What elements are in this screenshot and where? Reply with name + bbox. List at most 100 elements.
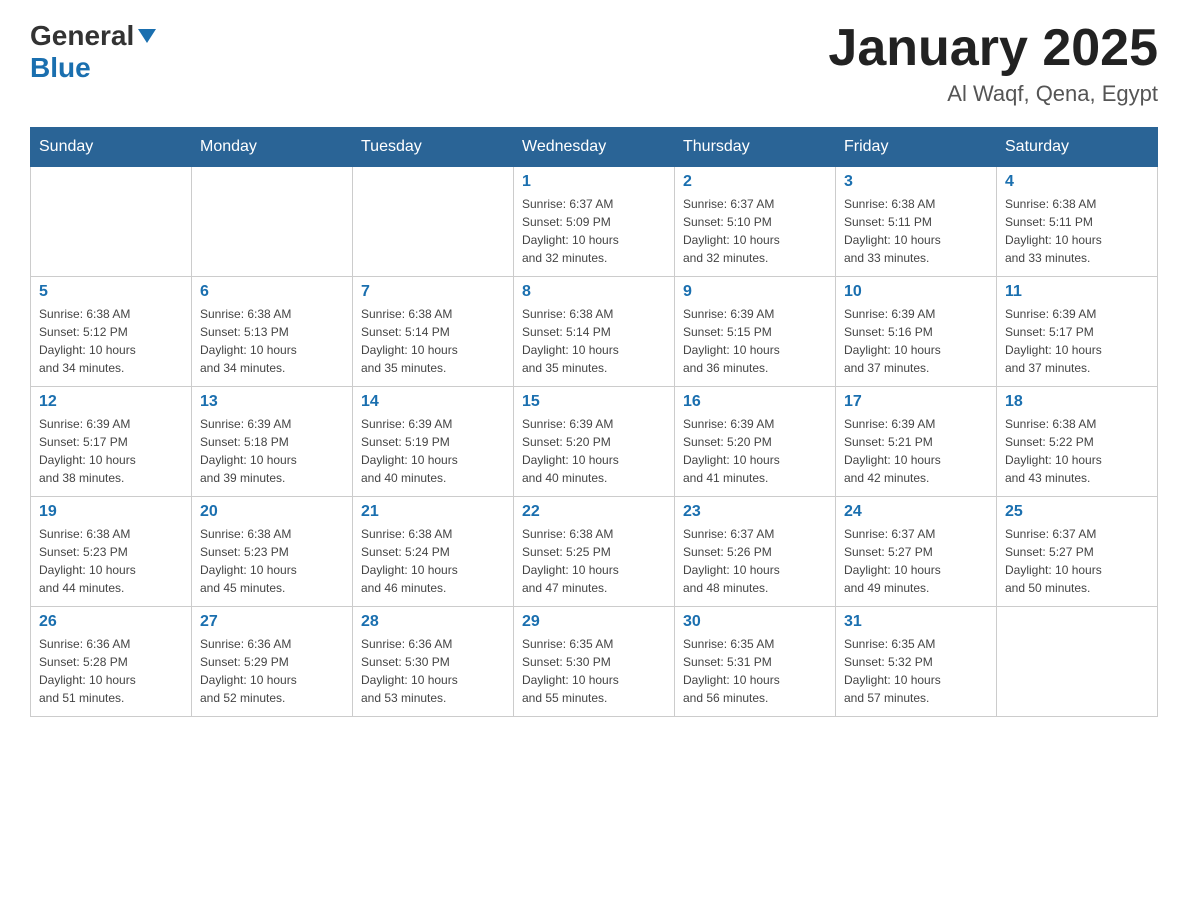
day-number: 17	[844, 393, 988, 411]
calendar-cell	[997, 607, 1158, 717]
day-number: 7	[361, 283, 505, 301]
day-info: Sunrise: 6:39 AM Sunset: 5:16 PM Dayligh…	[844, 305, 988, 377]
day-number: 12	[39, 393, 183, 411]
calendar-cell: 14 Sunrise: 6:39 AM Sunset: 5:19 PM Dayli…	[353, 387, 514, 497]
calendar-cell: 17 Sunrise: 6:39 AM Sunset: 5:21 PM Dayli…	[836, 387, 997, 497]
day-info: Sunrise: 6:39 AM Sunset: 5:19 PM Dayligh…	[361, 415, 505, 487]
day-info: Sunrise: 6:38 AM Sunset: 5:12 PM Dayligh…	[39, 305, 183, 377]
day-number: 5	[39, 283, 183, 301]
day-number: 10	[844, 283, 988, 301]
day-info: Sunrise: 6:38 AM Sunset: 5:14 PM Dayligh…	[522, 305, 666, 377]
day-info: Sunrise: 6:37 AM Sunset: 5:27 PM Dayligh…	[844, 525, 988, 597]
location-title: Al Waqf, Qena, Egypt	[828, 81, 1158, 107]
day-number: 22	[522, 503, 666, 521]
logo-general-text: General	[30, 20, 134, 52]
day-info: Sunrise: 6:39 AM Sunset: 5:17 PM Dayligh…	[39, 415, 183, 487]
calendar-cell: 4Sunrise: 6:38 AM Sunset: 5:11 PM Daylig…	[997, 167, 1158, 277]
day-info: Sunrise: 6:39 AM Sunset: 5:15 PM Dayligh…	[683, 305, 827, 377]
calendar-cell: 23Sunrise: 6:37 AM Sunset: 5:26 PM Dayli…	[675, 497, 836, 607]
day-number: 21	[361, 503, 505, 521]
day-info: Sunrise: 6:35 AM Sunset: 5:31 PM Dayligh…	[683, 635, 827, 707]
day-number: 27	[200, 613, 344, 631]
logo-triangle-icon	[138, 29, 156, 43]
logo-blue-text: Blue	[30, 52, 91, 83]
day-number: 19	[39, 503, 183, 521]
day-number: 25	[1005, 503, 1149, 521]
day-number: 3	[844, 173, 988, 191]
day-info: Sunrise: 6:35 AM Sunset: 5:32 PM Dayligh…	[844, 635, 988, 707]
calendar-cell: 3 Sunrise: 6:38 AM Sunset: 5:11 PM Daylig…	[836, 167, 997, 277]
day-info: Sunrise: 6:36 AM Sunset: 5:30 PM Dayligh…	[361, 635, 505, 707]
day-info: Sunrise: 6:36 AM Sunset: 5:29 PM Dayligh…	[200, 635, 344, 707]
calendar-cell: 8 Sunrise: 6:38 AM Sunset: 5:14 PM Daylig…	[514, 277, 675, 387]
calendar-cell	[353, 167, 514, 277]
day-info: Sunrise: 6:39 AM Sunset: 5:20 PM Dayligh…	[522, 415, 666, 487]
calendar-week-row: 19 Sunrise: 6:38 AM Sunset: 5:23 PM Dayli…	[31, 497, 1158, 607]
day-number: 6	[200, 283, 344, 301]
calendar-week-row: 12 Sunrise: 6:39 AM Sunset: 5:17 PM Dayli…	[31, 387, 1158, 497]
weekday-header-friday: Friday	[836, 128, 997, 167]
day-number: 15	[522, 393, 666, 411]
day-info: Sunrise: 6:37 AM Sunset: 5:27 PM Dayligh…	[1005, 525, 1149, 597]
day-info: Sunrise: 6:39 AM Sunset: 5:20 PM Dayligh…	[683, 415, 827, 487]
day-info: Sunrise: 6:38 AM Sunset: 5:22 PM Dayligh…	[1005, 415, 1149, 487]
calendar-cell: 29 Sunrise: 6:35 AM Sunset: 5:30 PM Dayli…	[514, 607, 675, 717]
day-number: 11	[1005, 283, 1149, 301]
day-number: 31	[844, 613, 988, 631]
day-number: 9	[683, 283, 827, 301]
calendar-table: SundayMondayTuesdayWednesdayThursdayFrid…	[30, 127, 1158, 717]
day-number: 4	[1005, 173, 1149, 191]
day-number: 28	[361, 613, 505, 631]
calendar-cell: 19 Sunrise: 6:38 AM Sunset: 5:23 PM Dayli…	[31, 497, 192, 607]
day-info: Sunrise: 6:38 AM Sunset: 5:23 PM Dayligh…	[39, 525, 183, 597]
day-number: 18	[1005, 393, 1149, 411]
day-info: Sunrise: 6:38 AM Sunset: 5:25 PM Dayligh…	[522, 525, 666, 597]
day-info: Sunrise: 6:37 AM Sunset: 5:10 PM Dayligh…	[683, 195, 827, 267]
calendar-cell: 13Sunrise: 6:39 AM Sunset: 5:18 PM Dayli…	[192, 387, 353, 497]
day-number: 2	[683, 173, 827, 191]
calendar-cell: 6 Sunrise: 6:38 AM Sunset: 5:13 PM Daylig…	[192, 277, 353, 387]
day-info: Sunrise: 6:35 AM Sunset: 5:30 PM Dayligh…	[522, 635, 666, 707]
weekday-header-sunday: Sunday	[31, 128, 192, 167]
day-info: Sunrise: 6:38 AM Sunset: 5:11 PM Dayligh…	[844, 195, 988, 267]
day-info: Sunrise: 6:38 AM Sunset: 5:23 PM Dayligh…	[200, 525, 344, 597]
day-number: 30	[683, 613, 827, 631]
day-info: Sunrise: 6:39 AM Sunset: 5:17 PM Dayligh…	[1005, 305, 1149, 377]
day-info: Sunrise: 6:38 AM Sunset: 5:13 PM Dayligh…	[200, 305, 344, 377]
day-info: Sunrise: 6:39 AM Sunset: 5:21 PM Dayligh…	[844, 415, 988, 487]
calendar-week-row: 26Sunrise: 6:36 AM Sunset: 5:28 PM Dayli…	[31, 607, 1158, 717]
calendar-cell: 28 Sunrise: 6:36 AM Sunset: 5:30 PM Dayli…	[353, 607, 514, 717]
calendar-cell: 30 Sunrise: 6:35 AM Sunset: 5:31 PM Dayli…	[675, 607, 836, 717]
weekday-header-tuesday: Tuesday	[353, 128, 514, 167]
day-number: 16	[683, 393, 827, 411]
day-info: Sunrise: 6:38 AM Sunset: 5:14 PM Dayligh…	[361, 305, 505, 377]
calendar-cell: 15 Sunrise: 6:39 AM Sunset: 5:20 PM Dayli…	[514, 387, 675, 497]
calendar-cell: 31 Sunrise: 6:35 AM Sunset: 5:32 PM Dayli…	[836, 607, 997, 717]
calendar-cell	[192, 167, 353, 277]
calendar-cell	[31, 167, 192, 277]
calendar-cell: 11 Sunrise: 6:39 AM Sunset: 5:17 PM Dayli…	[997, 277, 1158, 387]
day-info: Sunrise: 6:37 AM Sunset: 5:26 PM Dayligh…	[683, 525, 827, 597]
day-info: Sunrise: 6:39 AM Sunset: 5:18 PM Dayligh…	[200, 415, 344, 487]
day-number: 29	[522, 613, 666, 631]
calendar-cell: 20 Sunrise: 6:38 AM Sunset: 5:23 PM Dayli…	[192, 497, 353, 607]
calendar-cell: 26Sunrise: 6:36 AM Sunset: 5:28 PM Dayli…	[31, 607, 192, 717]
weekday-header-row: SundayMondayTuesdayWednesdayThursdayFrid…	[31, 128, 1158, 167]
calendar-week-row: 5 Sunrise: 6:38 AM Sunset: 5:12 PM Daylig…	[31, 277, 1158, 387]
calendar-cell: 27 Sunrise: 6:36 AM Sunset: 5:29 PM Dayli…	[192, 607, 353, 717]
day-info: Sunrise: 6:37 AM Sunset: 5:09 PM Dayligh…	[522, 195, 666, 267]
day-number: 8	[522, 283, 666, 301]
calendar-cell: 22 Sunrise: 6:38 AM Sunset: 5:25 PM Dayli…	[514, 497, 675, 607]
calendar-cell: 18 Sunrise: 6:38 AM Sunset: 5:22 PM Dayli…	[997, 387, 1158, 497]
logo: General Blue	[30, 20, 156, 84]
weekday-header-wednesday: Wednesday	[514, 128, 675, 167]
weekday-header-saturday: Saturday	[997, 128, 1158, 167]
weekday-header-monday: Monday	[192, 128, 353, 167]
page-header: General Blue January 2025 Al Waqf, Qena,…	[30, 20, 1158, 107]
calendar-cell: 10 Sunrise: 6:39 AM Sunset: 5:16 PM Dayli…	[836, 277, 997, 387]
calendar-cell: 24Sunrise: 6:37 AM Sunset: 5:27 PM Dayli…	[836, 497, 997, 607]
weekday-header-thursday: Thursday	[675, 128, 836, 167]
day-number: 14	[361, 393, 505, 411]
calendar-cell: 1Sunrise: 6:37 AM Sunset: 5:09 PM Daylig…	[514, 167, 675, 277]
day-number: 20	[200, 503, 344, 521]
